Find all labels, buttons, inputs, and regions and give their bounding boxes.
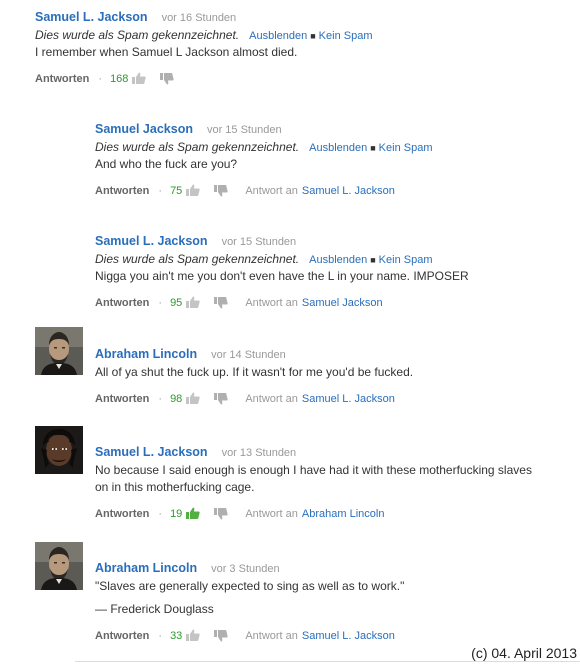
comment-time[interactable]: vor 16 Stunden bbox=[162, 12, 237, 24]
reply-to-label: Antwort an bbox=[245, 508, 298, 520]
thumbs-up-icon[interactable] bbox=[131, 72, 147, 85]
reply-button[interactable]: Antworten bbox=[95, 185, 149, 197]
copyright-notice: (c) 04. April 2013 bbox=[471, 645, 577, 661]
reply-button[interactable]: Antworten bbox=[35, 73, 89, 85]
spam-notice: Dies wurde als Spam gekennzeichnet. bbox=[35, 28, 240, 42]
avatar[interactable] bbox=[35, 426, 83, 474]
comment-author[interactable]: Samuel L. Jackson bbox=[35, 10, 148, 24]
comment-text: And who the fuck are you? bbox=[95, 157, 238, 171]
like-count: 75 bbox=[170, 185, 183, 197]
reply-button[interactable]: Antworten bbox=[95, 508, 149, 520]
separator: ■ bbox=[370, 255, 376, 265]
like-count: 33 bbox=[170, 630, 183, 642]
reply-to-link[interactable]: Samuel L. Jackson bbox=[302, 630, 395, 642]
spam-notice: Dies wurde als Spam gekennzeichnet. bbox=[95, 140, 300, 154]
separator: ■ bbox=[310, 31, 316, 41]
not-spam-link[interactable]: Kein Spam bbox=[379, 142, 433, 154]
comment-text: All of ya shut the fuck up. If it wasn't… bbox=[95, 365, 414, 379]
reply-to-link[interactable]: Abraham Lincoln bbox=[302, 508, 385, 520]
thumbs-down-icon[interactable] bbox=[213, 392, 229, 405]
hide-link[interactable]: Ausblenden bbox=[249, 30, 307, 42]
reply-button[interactable]: Antworten bbox=[95, 393, 149, 405]
comment-time[interactable]: vor 13 Stunden bbox=[222, 447, 297, 459]
like-count: 168 bbox=[110, 73, 129, 85]
comment-text: I remember when Samuel L Jackson almost … bbox=[35, 45, 298, 59]
like-count: 19 bbox=[170, 508, 183, 520]
avatar[interactable] bbox=[35, 327, 83, 375]
comment-time[interactable]: vor 15 Stunden bbox=[207, 124, 282, 136]
thumbs-down-icon[interactable] bbox=[213, 507, 229, 520]
thumbs-up-icon[interactable] bbox=[185, 629, 201, 642]
lincoln-avatar-icon bbox=[35, 327, 83, 375]
reply-to-label: Antwort an bbox=[245, 630, 298, 642]
comment-author[interactable]: Samuel L. Jackson bbox=[95, 234, 208, 248]
comment-author[interactable]: Abraham Lincoln bbox=[95, 347, 197, 361]
like-count: 98 bbox=[170, 393, 183, 405]
separator: · bbox=[158, 508, 163, 520]
thumbs-up-icon[interactable] bbox=[185, 507, 201, 520]
reply-to-label: Antwort an bbox=[245, 185, 298, 197]
reply-to-label: Antwort an bbox=[245, 393, 298, 405]
hide-link[interactable]: Ausblenden bbox=[309, 142, 367, 154]
comment-author[interactable]: Samuel Jackson bbox=[95, 122, 193, 136]
separator: ■ bbox=[370, 143, 376, 153]
comment-author[interactable]: Abraham Lincoln bbox=[95, 561, 197, 575]
reply-button[interactable]: Antworten bbox=[95, 630, 149, 642]
separator: · bbox=[158, 393, 163, 405]
comment-text: No because I said enough is enough I hav… bbox=[95, 463, 532, 494]
reply-to-label: Antwort an bbox=[245, 297, 298, 309]
thumbs-up-icon[interactable] bbox=[185, 392, 201, 405]
thumbs-down-icon[interactable] bbox=[213, 184, 229, 197]
thumbs-down-icon[interactable] bbox=[213, 629, 229, 642]
separator: · bbox=[158, 185, 163, 197]
reply-to-link[interactable]: Samuel L. Jackson bbox=[302, 185, 395, 197]
thumbs-down-icon[interactable] bbox=[213, 296, 229, 309]
spam-notice: Dies wurde als Spam gekennzeichnet. bbox=[95, 252, 300, 266]
comment-time[interactable]: vor 14 Stunden bbox=[211, 349, 286, 361]
reply-to-link[interactable]: Samuel Jackson bbox=[302, 297, 383, 309]
comment-time[interactable]: vor 3 Stunden bbox=[211, 563, 280, 575]
separator: · bbox=[158, 630, 163, 642]
not-spam-link[interactable]: Kein Spam bbox=[319, 30, 373, 42]
comment-author[interactable]: Samuel L. Jackson bbox=[95, 445, 208, 459]
comment-text: "Slaves are generally expected to sing a… bbox=[95, 579, 405, 616]
thumbs-down-icon[interactable] bbox=[159, 72, 175, 85]
thumbs-up-icon[interactable] bbox=[185, 296, 201, 309]
hide-link[interactable]: Ausblenden bbox=[309, 254, 367, 266]
jackson-avatar-icon bbox=[35, 426, 83, 474]
avatar[interactable] bbox=[35, 542, 83, 590]
comment-time[interactable]: vor 15 Stunden bbox=[222, 236, 297, 248]
like-count: 95 bbox=[170, 297, 183, 309]
lincoln-avatar-icon bbox=[35, 542, 83, 590]
separator: · bbox=[158, 297, 163, 309]
thumbs-up-icon[interactable] bbox=[185, 184, 201, 197]
comment-text: Nigga you ain't me you don't even have t… bbox=[95, 269, 469, 283]
divider bbox=[75, 661, 580, 662]
not-spam-link[interactable]: Kein Spam bbox=[379, 254, 433, 266]
reply-to-link[interactable]: Samuel L. Jackson bbox=[302, 393, 395, 405]
reply-button[interactable]: Antworten bbox=[95, 297, 149, 309]
separator: · bbox=[98, 73, 103, 85]
